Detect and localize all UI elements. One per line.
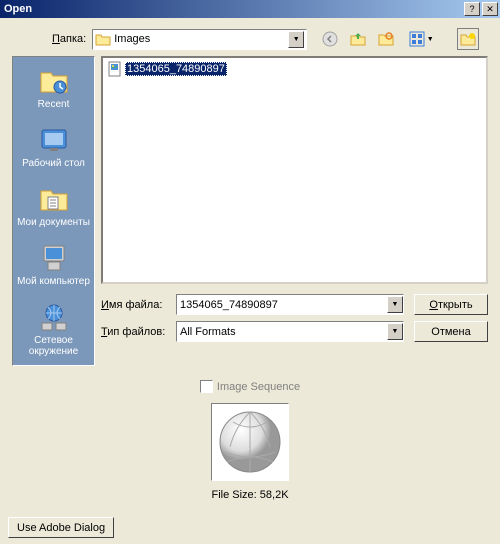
image-file-icon: [107, 61, 123, 77]
back-icon: [322, 31, 338, 47]
file-size-text: File Size: 58,2K: [211, 489, 288, 501]
sidebar-item-documents[interactable]: Мои документы: [15, 183, 92, 228]
up-folder-icon: [350, 31, 366, 47]
filetype-label: Тип файлов:: [101, 326, 176, 338]
desktop-icon: [38, 124, 70, 156]
places-sidebar: Recent Рабочий стол Мои документы Мой ко…: [12, 56, 95, 366]
open-button[interactable]: Открыть: [414, 294, 488, 315]
computer-icon: [38, 242, 70, 274]
filetype-dropdown[interactable]: All Formats ▼: [176, 321, 404, 342]
help-button[interactable]: ?: [464, 2, 480, 16]
folder-dropdown[interactable]: Images ▼: [92, 29, 307, 50]
titlebar: Open ? ✕: [0, 0, 500, 18]
sidebar-item-computer[interactable]: Мой компьютер: [15, 242, 92, 287]
filename-input[interactable]: ▼: [176, 294, 404, 315]
close-button[interactable]: ✕: [482, 2, 498, 16]
folder-icon: [95, 32, 111, 46]
sidebar-item-recent[interactable]: Recent: [15, 65, 92, 110]
image-sequence-label: Image Sequence: [217, 381, 300, 393]
use-adobe-dialog-button[interactable]: Use Adobe Dialog: [8, 517, 114, 538]
recent-icon: [38, 65, 70, 97]
file-item[interactable]: 1354065_74890897: [105, 60, 229, 78]
sidebar-item-desktop[interactable]: Рабочий стол: [15, 124, 92, 169]
dropdown-arrow-icon[interactable]: ▼: [387, 323, 403, 340]
documents-icon: [38, 183, 70, 215]
new-folder-icon: [460, 32, 476, 46]
back-button[interactable]: [319, 28, 341, 50]
dropdown-arrow-icon[interactable]: ▼: [387, 296, 403, 313]
window-title: Open: [2, 3, 462, 15]
file-list[interactable]: 1354065_74890897: [101, 56, 488, 284]
cancel-button[interactable]: Отмена: [414, 321, 488, 342]
views-button[interactable]: ▼: [403, 28, 439, 50]
search-folder-icon: [378, 31, 394, 47]
views-icon: [409, 31, 425, 47]
volleyball-preview-icon: [215, 407, 285, 477]
search-button[interactable]: [375, 28, 397, 50]
folder-name: Images: [114, 33, 288, 45]
up-button[interactable]: [347, 28, 369, 50]
preview-thumbnail: [211, 403, 289, 481]
new-folder-button[interactable]: [457, 28, 479, 50]
image-sequence-checkbox[interactable]: [200, 380, 213, 393]
dropdown-arrow-icon: ▼: [288, 31, 304, 48]
filename-label: Имя файла:: [101, 299, 176, 311]
network-icon: [38, 301, 70, 333]
folder-label: Папка:: [52, 33, 86, 45]
sidebar-item-network[interactable]: Сетевое окружение: [15, 301, 92, 357]
file-item-name: 1354065_74890897: [125, 62, 227, 76]
